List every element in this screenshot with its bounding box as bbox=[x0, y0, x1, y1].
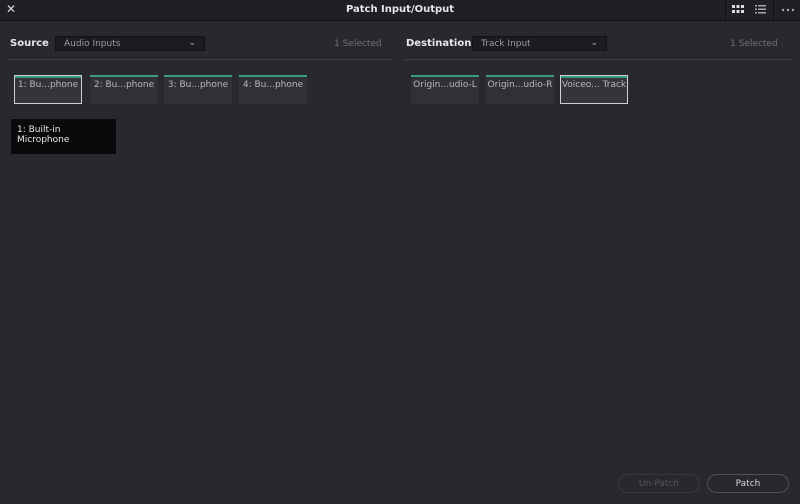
source-tile[interactable]: 4: Bu...phone bbox=[239, 75, 307, 104]
source-selected-count: 1 Selected bbox=[334, 39, 382, 49]
destination-label: Destination bbox=[406, 38, 472, 49]
chevron-down-icon: ⌄ bbox=[188, 38, 196, 48]
source-tile[interactable]: 1: Bu...phone bbox=[14, 75, 82, 104]
patch-button[interactable]: Patch bbox=[707, 474, 789, 493]
destination-tile[interactable]: Origin...udio-R bbox=[486, 75, 554, 104]
chevron-down-icon: ⌄ bbox=[590, 38, 598, 48]
destination-selected-count: 1 Selected bbox=[730, 39, 778, 49]
list-view-icon[interactable] bbox=[755, 5, 766, 15]
destination-dropdown[interactable]: Track Input ⌄ bbox=[472, 36, 607, 51]
divider bbox=[404, 59, 792, 60]
source-label: Source bbox=[10, 38, 49, 49]
destination-tile[interactable]: Voiceo... Track bbox=[560, 75, 628, 104]
destination-dropdown-value: Track Input bbox=[481, 39, 531, 49]
divider bbox=[8, 59, 393, 60]
destination-tile[interactable]: Origin...udio-L bbox=[411, 75, 479, 104]
source-tile[interactable]: 3: Bu...phone bbox=[164, 75, 232, 104]
tooltip: 1: Built-in Microphone bbox=[11, 119, 116, 154]
source-dropdown-value: Audio Inputs bbox=[64, 39, 121, 49]
title-bar: ✕ Patch Input/Output bbox=[0, 0, 800, 21]
more-options-icon[interactable] bbox=[781, 8, 795, 12]
source-dropdown[interactable]: Audio Inputs ⌄ bbox=[55, 36, 205, 51]
unpatch-button[interactable]: Un-Patch bbox=[618, 474, 700, 493]
divider bbox=[725, 0, 726, 21]
window-title: Patch Input/Output bbox=[345, 4, 455, 15]
divider bbox=[773, 0, 774, 21]
source-tile[interactable]: 2: Bu...phone bbox=[90, 75, 158, 104]
grid-view-icon[interactable] bbox=[732, 5, 744, 15]
